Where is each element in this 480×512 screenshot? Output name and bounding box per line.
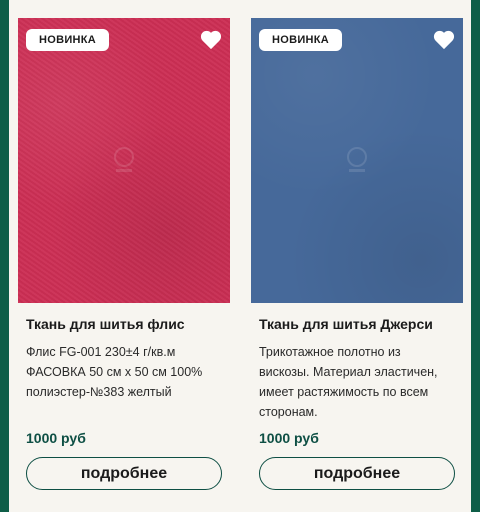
- heart-icon[interactable]: [200, 30, 222, 50]
- watermark-logo-icon: [347, 146, 367, 172]
- new-badge: НОВИНКА: [259, 29, 343, 51]
- details-button[interactable]: подробнее: [259, 457, 455, 490]
- product-title[interactable]: Ткань для шитья Джерси: [259, 316, 463, 332]
- description-line: сторонам.: [259, 405, 318, 419]
- product-price: 1000 руб: [259, 430, 319, 446]
- product-title[interactable]: Ткань для шитья флис: [26, 316, 230, 332]
- details-button[interactable]: подробнее: [26, 457, 222, 490]
- description-line: Трикотажное полотно из: [259, 345, 401, 359]
- product-card: НОВИНКА Ткань для шитья Джерси Трикотажн…: [251, 0, 463, 512]
- watermark-logo-icon: [114, 146, 134, 172]
- product-description: Трикотажное полотно из вискозы. Материал…: [259, 342, 463, 422]
- description-line: Флис FG-001 230±4 г/кв.м: [26, 345, 176, 359]
- description-line: вискозы. Материал эластичен,: [259, 365, 438, 379]
- page-edge-left: [0, 0, 9, 512]
- product-description: Флис FG-001 230±4 г/кв.м ФАСОВКА 50 см х…: [26, 342, 230, 402]
- new-badge: НОВИНКА: [26, 29, 110, 51]
- description-line: полиэстер-№383 желтый: [26, 385, 172, 399]
- product-image[interactable]: НОВИНКА: [18, 18, 230, 303]
- heart-icon[interactable]: [433, 30, 455, 50]
- product-price: 1000 руб: [26, 430, 86, 446]
- description-line: имеет растяжимость по всем: [259, 385, 429, 399]
- product-card: НОВИНКА Ткань для шитья флис Флис FG-001…: [18, 0, 230, 512]
- product-grid: НОВИНКА Ткань для шитья флис Флис FG-001…: [9, 0, 471, 512]
- product-image[interactable]: НОВИНКА: [251, 18, 463, 303]
- page-edge-right: [471, 0, 480, 512]
- description-line: ФАСОВКА 50 см х 50 см 100%: [26, 365, 203, 379]
